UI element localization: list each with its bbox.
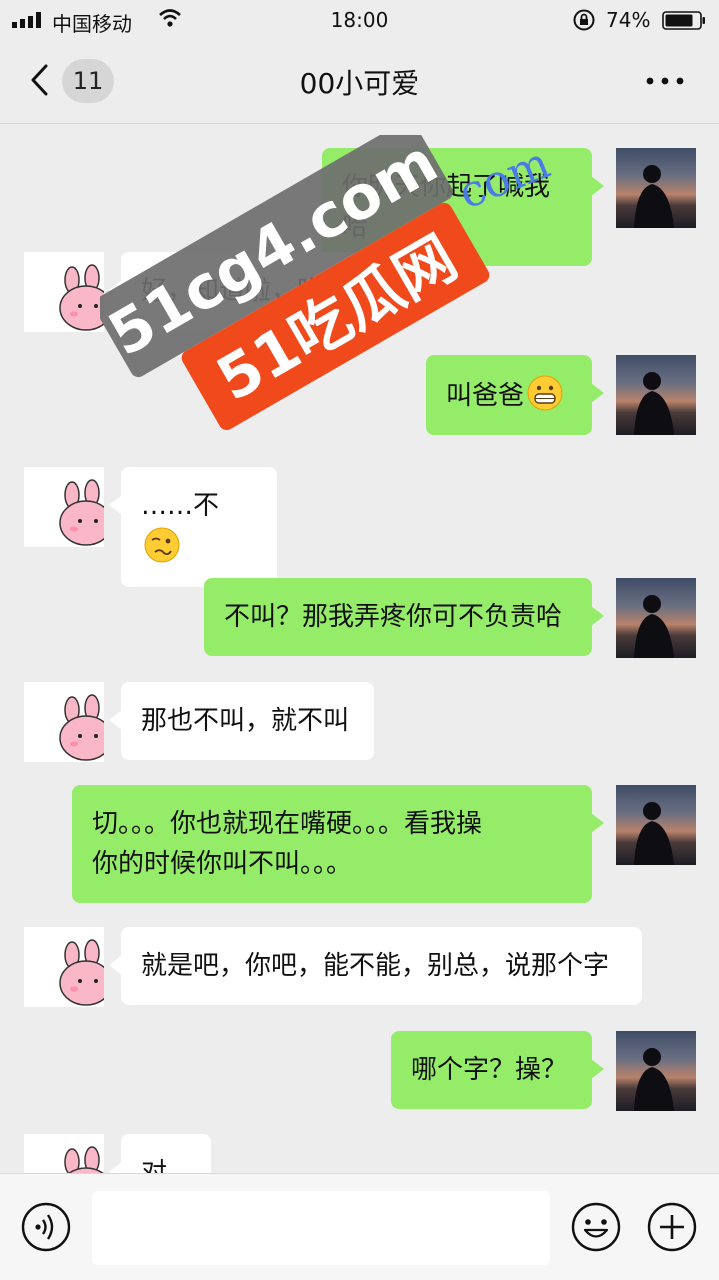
battery-percent: 74% [606, 8, 651, 32]
message-text: ……不 [141, 491, 220, 521]
message-bubble-received[interactable]: ……不 [109, 467, 277, 587]
message-text-input[interactable] [92, 1191, 550, 1265]
battery-icon [662, 11, 705, 30]
status-bar: 中国移动 18:00 74% [0, 0, 719, 40]
message-text: 叫爸爸 [446, 381, 525, 411]
my-avatar[interactable] [616, 1031, 696, 1111]
my-avatar[interactable] [616, 785, 696, 865]
my-avatar[interactable] [616, 148, 696, 228]
message-text: 就是吧，你吧，能不能，别总，说那个字 [141, 951, 610, 981]
more-options-icon[interactable] [640, 76, 690, 86]
message-input-bar [0, 1173, 719, 1280]
message-text-line: 你的时候你叫不叫。。。 [92, 849, 353, 879]
message-text-line: 切。。。你也就现在嘴硬。。。看我操 [92, 809, 483, 839]
message-bubble-sent[interactable]: 哪个字？操？ [391, 1031, 604, 1109]
contact-avatar[interactable] [24, 252, 104, 332]
message-text: 不叫？那我弄疼你可不负责哈 [224, 602, 563, 632]
message-text: 那也不叫，就不叫 [141, 706, 350, 736]
message-bubble-sent[interactable]: 不叫？那我弄疼你可不负责哈 [204, 578, 604, 656]
message-text: 好，知道啦，晚安 [141, 276, 350, 306]
message-bubble-received[interactable]: 对 [109, 1134, 211, 1173]
message-bubble-sent[interactable]: 叫爸爸 [426, 355, 604, 435]
grinning-face-emoji-icon [527, 375, 563, 411]
contact-avatar[interactable] [24, 682, 104, 762]
contact-avatar[interactable] [24, 467, 104, 547]
message-text: 对 [141, 1158, 168, 1173]
rotation-lock-icon [573, 9, 595, 31]
emoji-picker-icon[interactable] [570, 1201, 622, 1253]
chat-header: 11 00小可爱 [0, 40, 719, 124]
message-bubble-sent[interactable]: 切。。。你也就现在嘴硬。。。看我操 你的时候你叫不叫。。。 [72, 785, 604, 903]
more-actions-plus-icon[interactable] [646, 1201, 698, 1253]
my-avatar[interactable] [616, 578, 696, 658]
chat-title: 00小可爱 [299, 67, 420, 100]
voice-input-icon[interactable] [20, 1201, 72, 1253]
message-text: 哪个字？操？ [411, 1055, 568, 1085]
woozy-face-emoji-icon [144, 527, 180, 563]
message-bubble-received[interactable]: 就是吧，你吧，能不能，别总，说那个字 [109, 927, 642, 1005]
message-text: 你明天你起了喊我哈 [342, 172, 551, 242]
contact-avatar[interactable] [24, 927, 104, 1007]
message-bubble-received[interactable]: 好，知道啦，晚安 [109, 252, 374, 330]
my-avatar[interactable] [616, 355, 696, 435]
message-list[interactable]: 你明天你起了喊我哈 好，知道啦，晚安 叫爸爸 ……不 不叫？那我弄疼你可不负责哈… [0, 125, 719, 1173]
message-bubble-sent[interactable]: 你明天你起了喊我哈 [322, 148, 604, 266]
contact-avatar[interactable] [24, 1134, 104, 1173]
message-bubble-received[interactable]: 那也不叫，就不叫 [109, 682, 374, 760]
